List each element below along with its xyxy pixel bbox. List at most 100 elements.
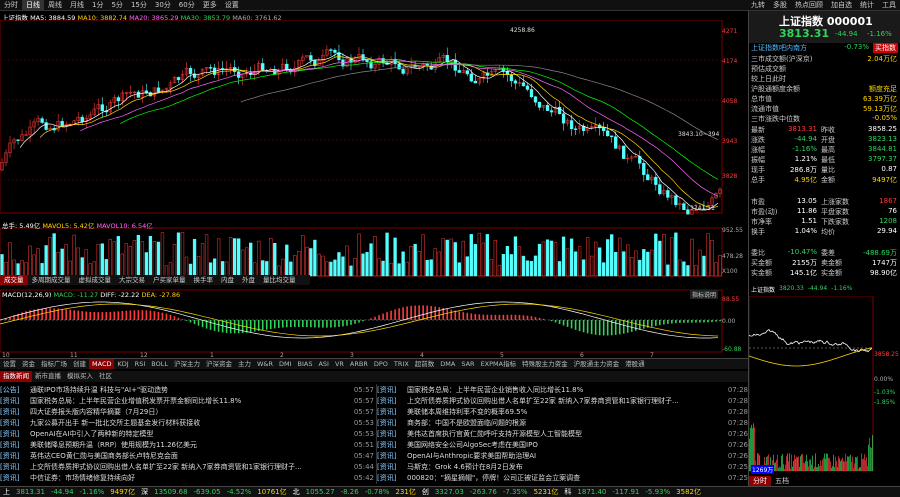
indicator-tab[interactable]: TRIX xyxy=(391,359,412,369)
tab-30min[interactable]: 30分 xyxy=(151,0,175,10)
status-item: 3813.31 xyxy=(16,488,45,496)
indicator-tab[interactable]: 资金 xyxy=(19,359,38,369)
mini-volume-bar xyxy=(791,454,792,471)
tab-more[interactable]: 更多 xyxy=(199,0,221,10)
tab-turnover[interactable]: 换手率 xyxy=(190,275,218,285)
news-item[interactable]: [资讯] 美联储降息预期升温（RRP）使用规模为11.26亿美元 05:51 xyxy=(0,439,374,450)
btn-multi-stock[interactable]: 多股 xyxy=(769,0,791,10)
news-item[interactable]: [资讯] 国家税务总局：上半年民营企业增值税发票开票金额同比增长11.8% 05:5… xyxy=(0,395,374,406)
news-item[interactable]: [公告] 通联IPO市场持续升温 科技与"AI+"驱动造势 05:57 xyxy=(0,384,374,395)
news-item[interactable]: [资讯] 商务部：中国不是欧盟面临问题的根源 07:28 xyxy=(377,417,748,428)
tab-volume[interactable]: 成交量 xyxy=(0,275,28,285)
indicator-tab[interactable]: SAR xyxy=(458,359,477,369)
buy-index-button[interactable]: 买指数 xyxy=(873,43,898,53)
indicator-tab[interactable]: KDJ xyxy=(114,359,131,369)
news-item[interactable]: [资讯] 上交所债券质押式协议回购出借人名单扩至22家 新纳入7家券商资管和1家银… xyxy=(377,395,748,406)
tab-5min[interactable]: 5分 xyxy=(107,0,126,10)
volume-bar xyxy=(72,234,76,277)
indicator-tab[interactable]: EXPMA指标 xyxy=(478,359,520,369)
news-item[interactable]: [资讯] 英伟达CEO黄仁勋与美国商务部长卢特尼克会面 05:47 xyxy=(0,450,374,461)
row-value: 3858.25 xyxy=(868,125,897,133)
btn-tools[interactable]: 工具 xyxy=(878,0,900,10)
tab-outer[interactable]: 外盘 xyxy=(238,275,259,285)
news-item[interactable]: [资讯] 美伟达首席执行官黄仁勋呼吁支持开源模型人工智能模型 07:26 xyxy=(377,428,748,439)
candle-body xyxy=(457,70,461,73)
news-title: OpenAI与Anthropic要求美国帮助治理AI xyxy=(407,451,537,460)
indicator-tab[interactable]: BIAS xyxy=(295,359,316,369)
tab-1min[interactable]: 1分 xyxy=(88,0,107,10)
indicator-tab[interactable]: DPO xyxy=(371,359,391,369)
btn-nine-turn[interactable]: 九转 xyxy=(747,0,769,10)
macd-bar xyxy=(562,320,565,326)
tab-sim-buy[interactable]: 模拟买入 xyxy=(64,371,96,382)
tab-intraday-mini[interactable]: 分时 xyxy=(749,476,771,486)
indicator-tab[interactable]: ASI xyxy=(315,359,332,369)
volume-bar xyxy=(650,249,654,277)
news-item[interactable]: [资讯] 九家公募开出手 新一批北交所主题基金发行材料获接收 05:53 xyxy=(0,417,374,428)
indicator-help-button[interactable]: 指标说明 xyxy=(690,290,719,299)
candle-body xyxy=(682,203,686,210)
news-tag: [资讯] xyxy=(377,473,397,482)
indicator-tab[interactable]: 设置 xyxy=(0,359,19,369)
news-item[interactable]: [资讯] 000820："摘星摘帽"，停牌！公司正被证监会立案调查 07:25 xyxy=(377,472,748,483)
tab-60min[interactable]: 60分 xyxy=(175,0,199,10)
news-item[interactable]: [资讯] 美国网络安全公司AlgoSec考虑在美国IPO 07:26 xyxy=(377,439,748,450)
status-item: -5.93% xyxy=(645,488,671,496)
macd-bar xyxy=(578,320,581,332)
indicator-tab[interactable]: 港股通 xyxy=(622,359,648,369)
news-item[interactable]: [资讯] 马斯克：Grok 4.6预计在8月2日发布 07:25 xyxy=(377,461,748,472)
mavol10-value: 6.54亿 xyxy=(131,222,153,230)
tab-multi-volume[interactable]: 多周期成交量 xyxy=(28,275,75,285)
indicator-tab[interactable]: MACD xyxy=(89,359,115,369)
indicator-tab[interactable]: RSI xyxy=(132,359,149,369)
tab-weekly[interactable]: 周线 xyxy=(44,0,66,10)
indicator-tab[interactable]: 指标广场 xyxy=(38,359,70,369)
indicator-tab[interactable]: 沪股通主力资金 xyxy=(571,359,623,369)
indicator-tab[interactable]: 特殊股主力资金 xyxy=(519,359,571,369)
indicator-tab[interactable]: 超前数 xyxy=(412,359,438,369)
indicator-tab[interactable]: 沪深资金 xyxy=(203,359,235,369)
tab-five-level[interactable]: 五档 xyxy=(771,476,793,486)
indicator-tab[interactable]: DMI xyxy=(276,359,295,369)
tab-intraday[interactable]: 分时 xyxy=(0,0,22,10)
news-item[interactable]: [资讯] 上交所债券质押式协议回购出借人名单扩至22家 新纳入7家券商资管和1家银… xyxy=(0,461,374,472)
tab-live[interactable]: 新市直播 xyxy=(32,371,64,382)
volume-bar xyxy=(634,250,638,277)
related-link[interactable]: 上证指数吧内南方 xyxy=(749,43,827,53)
tab-inner[interactable]: 内盘 xyxy=(217,275,238,285)
tab-15min[interactable]: 15分 xyxy=(127,0,151,10)
indicator-tab[interactable]: BOLL xyxy=(148,359,171,369)
tab-settings[interactable]: 设置 xyxy=(221,0,243,10)
intraday-mini-chart[interactable] xyxy=(749,296,900,476)
kline-chart[interactable]: 4258.86 3741.11 3843.10~394 xyxy=(0,20,748,358)
tab-ratio-volume[interactable]: 量比均交量 xyxy=(259,275,300,285)
tab-household[interactable]: 户买家单量 xyxy=(149,275,190,285)
macd-bar xyxy=(209,320,212,330)
news-item[interactable]: [资讯] OpenAI在AI中引入了两种新的特定模型 05:53 xyxy=(0,428,374,439)
tab-community[interactable]: 社区 xyxy=(96,371,115,382)
row-label: 三市涨跌中位数 xyxy=(751,115,800,123)
indicator-tab[interactable]: DMA xyxy=(437,359,458,369)
btn-add-watchlist[interactable]: 加自选 xyxy=(827,0,856,10)
volume-legend: 总手: 5.49亿 MAVOL5: 5.42亿 MAVOL10: 6.54亿 xyxy=(2,222,153,230)
tab-daily[interactable]: 日线 xyxy=(22,0,44,10)
indicator-tab[interactable]: VR xyxy=(332,359,347,369)
candle-body xyxy=(666,190,670,198)
indicator-tab[interactable]: 沪深主力 xyxy=(171,359,203,369)
btn-hot-review[interactable]: 热点回顾 xyxy=(791,0,827,10)
macd-bar xyxy=(450,309,453,320)
news-item[interactable]: [资讯] 国家税务总局：上半年民营企业销售收入同比增长11.8% 07:28 xyxy=(377,384,748,395)
news-item[interactable]: [资讯] 美联储本周维持利率不变的概率69.5% 07:28 xyxy=(377,406,748,417)
indicator-tab[interactable]: 主力 xyxy=(235,359,254,369)
indicator-tab[interactable]: 创建 xyxy=(70,359,89,369)
tab-index-news[interactable]: 指数新闻 xyxy=(0,371,32,382)
tab-monthly[interactable]: 月线 xyxy=(66,0,88,10)
news-item[interactable]: [资讯] 中信证券：市场情绪修复持续向好 05:42 xyxy=(0,472,374,483)
indicator-tab[interactable]: ARBR xyxy=(347,359,371,369)
indicator-tab[interactable]: W&R xyxy=(254,359,276,369)
btn-statistics[interactable]: 统计 xyxy=(856,0,878,10)
tab-virtual-volume[interactable]: 虚拟成交量 xyxy=(75,275,116,285)
tab-block-trade[interactable]: 大宗交易 xyxy=(115,275,149,285)
news-item[interactable]: [资讯] OpenAI与Anthropic要求美国帮助治理AI 07:26 xyxy=(377,450,748,461)
news-item[interactable]: [资讯] 四大证券报头版内容精华摘要（7月29日） 05:57 xyxy=(0,406,374,417)
